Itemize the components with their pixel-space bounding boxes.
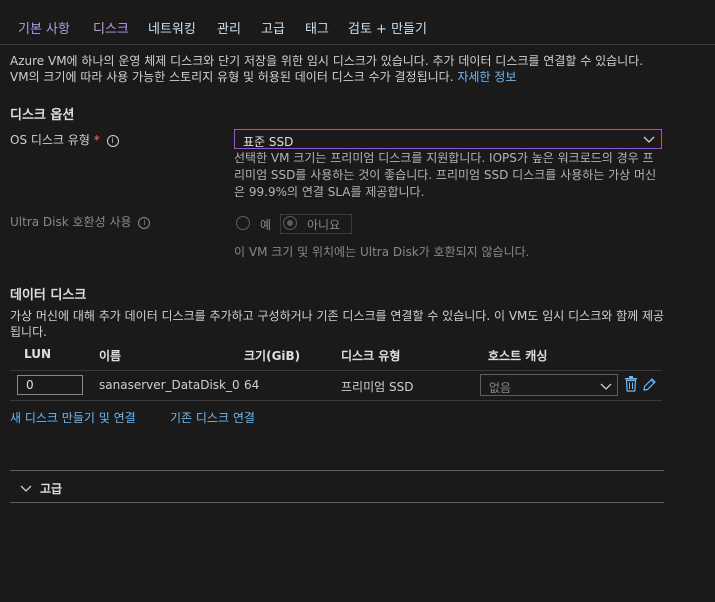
ultra-yes-label: 예 xyxy=(260,218,272,232)
learn-more-link[interactable]: 자세한 정보 xyxy=(457,70,516,84)
ultra-disk-label: Ultra Disk 호환성 사용 i xyxy=(10,213,151,230)
radio-selected-dot xyxy=(287,220,293,226)
chevron-down-icon xyxy=(643,136,655,143)
data-disks-title: 데이터 디스크 xyxy=(10,288,87,303)
tab-review-create[interactable]: 검토 + 만들기 xyxy=(348,18,427,37)
column-header-host-caching: 호스트 캐싱 xyxy=(488,349,548,363)
advanced-top-divider xyxy=(10,470,664,471)
column-header-name: 이름 xyxy=(99,349,122,363)
attach-existing-disk-link[interactable]: 기존 디스크 연결 xyxy=(170,409,255,426)
table-header-divider xyxy=(10,370,662,371)
disk-name: sanaserver_DataDisk_0 xyxy=(99,378,240,392)
data-disks-description: 가상 머신에 대해 추가 데이터 디스크를 추가하고 구성하거나 기존 디스크를… xyxy=(10,309,665,339)
ultra-disk-note: 이 VM 크기 및 위치에는 Ultra Disk가 호환되지 않습니다. xyxy=(234,245,530,259)
ultra-yes-radio[interactable] xyxy=(236,216,250,230)
info-icon[interactable]: i xyxy=(106,134,119,147)
create-attach-disk-link[interactable]: 새 디스크 만들기 및 연결 xyxy=(10,409,136,426)
tab-advanced[interactable]: 고급 xyxy=(261,18,285,37)
os-disk-help-text: 선택한 VM 크기는 프리미엄 디스크를 지원합니다. IOPS가 높은 워크로… xyxy=(234,151,657,199)
advanced-bottom-divider xyxy=(10,502,664,503)
host-caching-value: 없음 xyxy=(489,381,512,395)
required-mark: * xyxy=(93,133,100,147)
disk-type: 프리미엄 SSD xyxy=(341,380,414,394)
host-caching-select[interactable]: 없음 xyxy=(480,374,618,396)
tab-networking[interactable]: 네트워킹 xyxy=(148,18,196,37)
tab-tags[interactable]: 태그 xyxy=(305,18,329,37)
advanced-section-label: 고급 xyxy=(40,482,63,496)
tab-management[interactable]: 관리 xyxy=(217,18,241,37)
table-row-divider xyxy=(10,400,662,401)
chevron-down-icon xyxy=(20,485,32,492)
disk-options-title: 디스크 옵션 xyxy=(10,108,75,123)
disk-size: 64 xyxy=(244,378,260,392)
lun-input[interactable] xyxy=(17,375,83,395)
delete-icon[interactable] xyxy=(624,376,638,392)
os-disk-type-value: 표준 SSD xyxy=(243,135,294,149)
os-disk-type-select[interactable]: 표준 SSD xyxy=(234,129,662,149)
wizard-tabs: 기본 사항 디스크 네트워킹 관리 고급 태그 검토 + 만들기 xyxy=(0,0,715,45)
column-header-size: 크기(GiB) xyxy=(244,349,301,363)
column-header-lun: LUN xyxy=(24,347,52,361)
tab-basics[interactable]: 기본 사항 xyxy=(18,18,70,37)
tab-disks[interactable]: 디스크 xyxy=(93,18,129,37)
intro-text: Azure VM에 하나의 운영 체제 디스크와 단기 저장을 위한 임시 디스… xyxy=(10,54,644,84)
edit-icon[interactable] xyxy=(642,376,656,392)
info-icon[interactable]: i xyxy=(138,216,151,229)
ultra-no-radio[interactable] xyxy=(283,216,297,230)
column-header-disk-type: 디스크 유형 xyxy=(341,349,401,363)
os-disk-type-label: OS 디스크 유형 * i xyxy=(10,131,119,148)
chevron-down-icon xyxy=(600,383,612,390)
ultra-no-label: 아니요 xyxy=(307,218,341,232)
